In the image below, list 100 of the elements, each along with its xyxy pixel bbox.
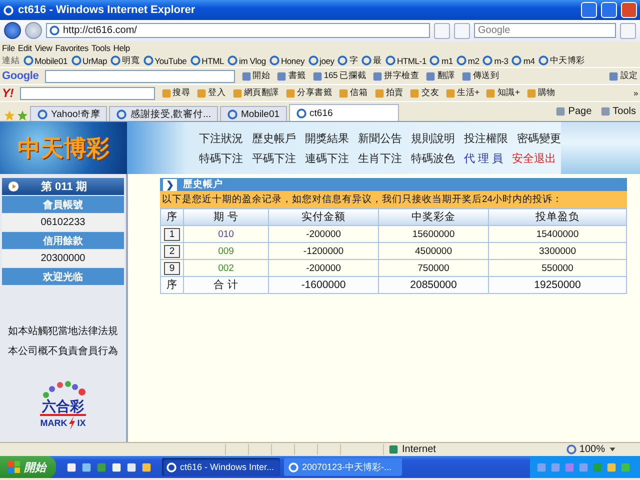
index-button[interactable]: 1 [164, 228, 180, 240]
toolbar-item[interactable]: Tools [612, 106, 636, 117]
menu-item[interactable]: Edit [18, 42, 32, 52]
nav-link[interactable]: 下注狀況 [199, 130, 243, 146]
nav-link[interactable]: 密碼變更 [517, 130, 561, 146]
close-button[interactable] [621, 2, 637, 18]
square-icon [196, 88, 208, 98]
nav-link[interactable]: 平碼下注 [252, 150, 296, 166]
toolbar-item[interactable]: 信箱 [350, 87, 368, 99]
toolbar-item[interactable]: 開始 [252, 70, 270, 82]
more-button[interactable]: » [633, 88, 638, 98]
browser-icon [49, 25, 60, 36]
menu-item[interactable]: Help [113, 42, 130, 52]
toolbar-item[interactable]: 生活+ [457, 87, 480, 99]
table-cell: 15600000 [378, 226, 488, 242]
toolbar-item[interactable]: 登入 [208, 87, 226, 99]
square-icon [312, 70, 323, 82]
browser-icon [288, 462, 299, 472]
toolbar-item[interactable]: 知識+ [497, 87, 520, 99]
toolbar-item[interactable]: 傳送到 [472, 70, 500, 82]
minimize-button[interactable] [581, 2, 597, 18]
nav-link[interactable]: 安全退出 [512, 150, 556, 166]
link-item[interactable]: m1 [441, 56, 453, 66]
toolbar-item[interactable]: 拍賣 [386, 87, 404, 99]
toolbar-item[interactable]: 搜尋 [172, 87, 190, 99]
link-item[interactable]: YouTube [154, 56, 187, 66]
nav-link[interactable]: 規則說明 [411, 130, 455, 146]
link-item[interactable]: 最 [373, 54, 382, 66]
link-item[interactable]: m-3 [494, 56, 508, 66]
toolbar-item[interactable]: 網頁翻譯 [244, 87, 280, 99]
zone-text: Internet [402, 444, 436, 455]
nav-link[interactable]: 特碼下注 [199, 150, 243, 166]
link-item[interactable]: Mobile01 [34, 56, 68, 66]
link-item[interactable]: HTML-1 [396, 56, 426, 66]
column-header: 序 [160, 208, 184, 226]
menu-item[interactable]: Favorites [55, 42, 88, 52]
nav-link[interactable]: 歷史帳戶 [252, 130, 296, 146]
toolbar-item[interactable]: Page [568, 106, 592, 117]
toolbar-item[interactable]: 交友 [421, 87, 440, 99]
toolbar-item[interactable]: 165 已攔截 [324, 70, 366, 82]
nav-link[interactable]: 代 理 員 [464, 150, 504, 166]
table-cell: 20850000 [378, 276, 488, 294]
menu-item[interactable]: Tools [91, 42, 110, 52]
square-icon [445, 88, 456, 98]
browser-tab[interactable]: Yahoo!奇摩 [30, 106, 108, 121]
taskbar-button[interactable]: 20070123-中天博彩-... [284, 458, 402, 476]
toolbar-item[interactable]: 設定 [620, 70, 638, 82]
browser-icon [511, 55, 522, 66]
link-item[interactable]: Honey [280, 56, 305, 66]
toolbar-logo: Google [2, 70, 39, 82]
nav-link[interactable]: 投注權限 [464, 130, 508, 146]
link-item[interactable]: 明寬 [122, 54, 140, 66]
link-item[interactable]: joey [320, 56, 334, 66]
maximize-button[interactable] [601, 2, 617, 18]
nav-link[interactable]: 新聞公告 [358, 130, 402, 146]
browser-tab[interactable]: ct616 [288, 104, 399, 121]
link-item[interactable]: m2 [468, 56, 480, 66]
tray-icon [620, 462, 631, 472]
table-cell: -1600000 [268, 276, 378, 294]
toolbar-item[interactable]: 翻譯 [437, 70, 455, 82]
link-item[interactable]: UrMap [82, 56, 108, 66]
table-cell: -200000 [268, 226, 378, 242]
address-field[interactable]: http://ct616.com/ [46, 23, 430, 38]
quick-launch-icon [96, 462, 107, 472]
toolbar-item[interactable]: 購物 [538, 87, 556, 99]
menu-item[interactable]: View [34, 42, 52, 52]
browser-icon [3, 4, 14, 16]
refresh-button[interactable] [434, 22, 450, 38]
section-value: 06102233 [2, 214, 124, 231]
zoom-level[interactable]: 100% [579, 444, 605, 455]
toolbar-item[interactable]: 書籤 [288, 70, 306, 82]
nav-link[interactable]: 特碼波色 [411, 150, 455, 166]
search-field[interactable]: Google [474, 23, 616, 38]
toolbar-search-field[interactable] [20, 86, 155, 100]
stop-button[interactable] [454, 22, 470, 38]
menu-item[interactable]: File [2, 42, 15, 52]
browser-icon [456, 55, 467, 66]
column-header: 期 号 [184, 208, 268, 226]
browser-tab[interactable]: Mobile01 [220, 106, 287, 121]
taskbar-button[interactable]: ct616 - Windows Inter... [162, 458, 280, 476]
link-item[interactable]: 中天博彩 [550, 54, 585, 66]
browser-icon [268, 55, 280, 66]
index-button[interactable]: 2 [164, 244, 180, 258]
link-item[interactable]: m4 [523, 56, 535, 66]
browser-icon [308, 55, 319, 66]
nav-link[interactable]: 連碼下注 [305, 150, 349, 166]
browser-icon [337, 55, 348, 66]
toolbar-item[interactable]: 分享書籤 [297, 87, 332, 99]
toolbar-search-field[interactable] [44, 70, 235, 82]
toolbar-item[interactable]: 拼字檢查 [384, 70, 420, 82]
back-button[interactable] [4, 22, 21, 39]
link-item[interactable]: 字 [349, 54, 358, 66]
start-button[interactable]: 開始 [0, 456, 56, 478]
link-item[interactable]: im Vlog [239, 56, 266, 66]
browser-tab[interactable]: 感謝接受,歡審付... [109, 106, 218, 121]
nav-link[interactable]: 開獎結果 [305, 130, 349, 146]
index-button[interactable]: 9 [164, 262, 180, 274]
search-button[interactable] [620, 22, 636, 38]
nav-link[interactable]: 生肖下注 [358, 150, 402, 166]
link-item[interactable]: HTML [202, 56, 224, 66]
